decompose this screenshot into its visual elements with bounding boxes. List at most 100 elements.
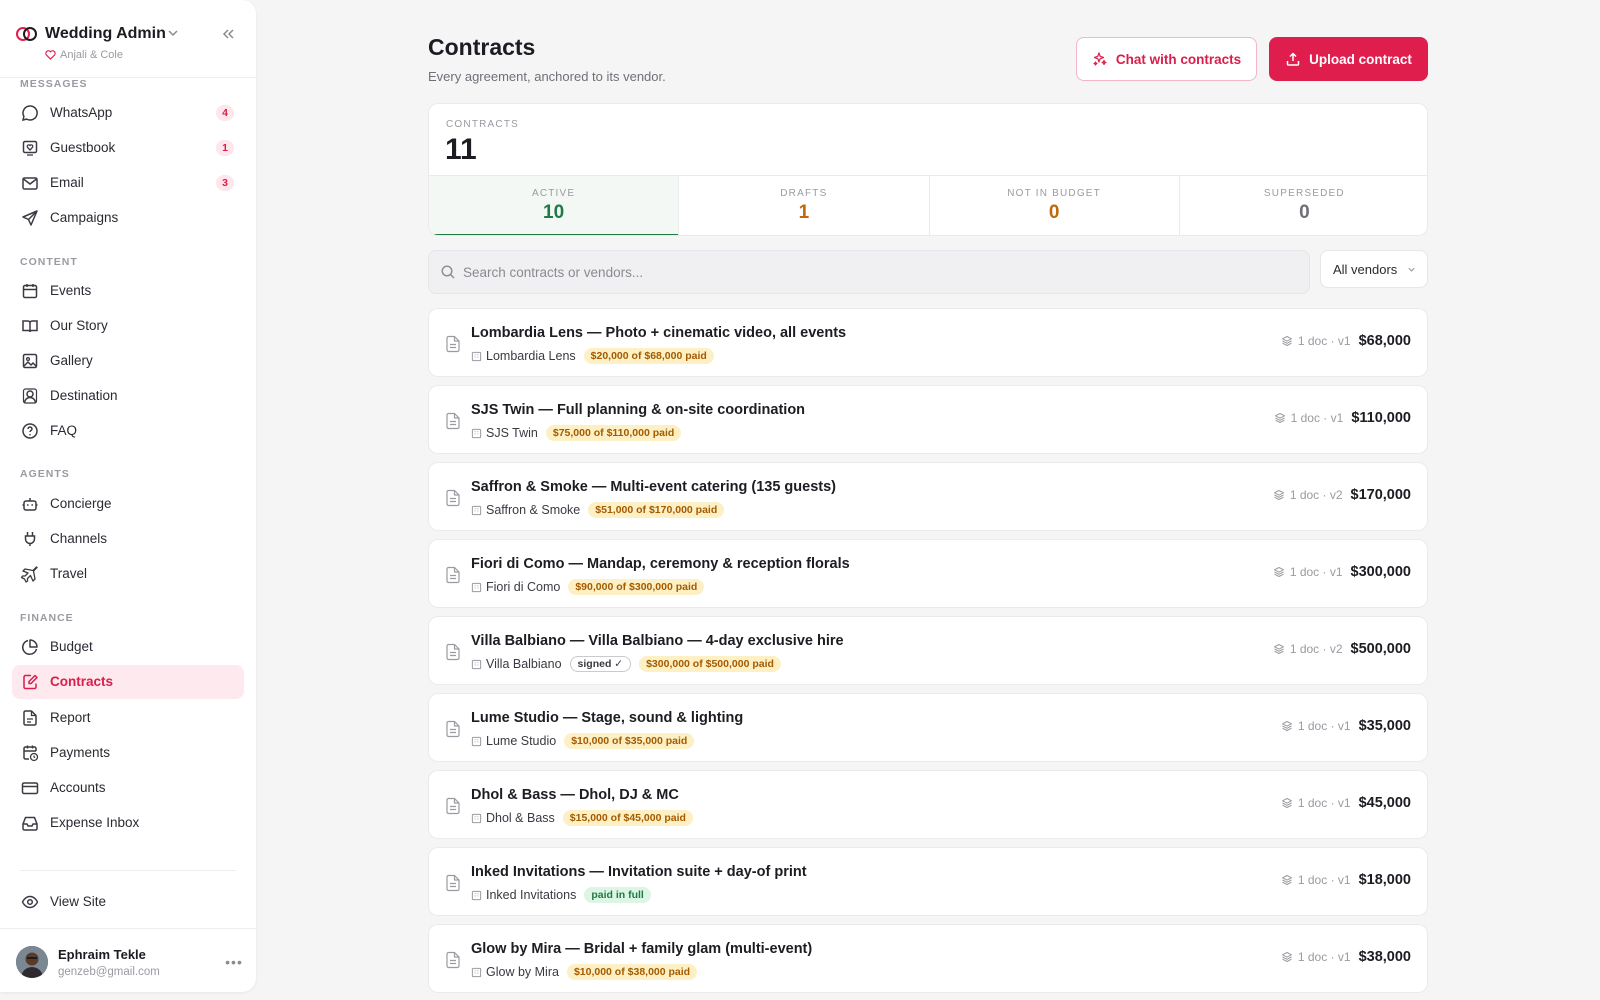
help-circle-icon <box>22 423 38 439</box>
sidebar-item-label: Budget <box>50 639 93 654</box>
eye-icon <box>21 895 39 909</box>
tab-superseded[interactable]: SUPERSEDED 0 <box>1180 176 1427 235</box>
contract-title[interactable]: Lombardia Lens — Photo + cinematic video… <box>471 325 846 341</box>
sidebar-item-label: Gallery <box>50 353 93 368</box>
contract-row[interactable]: Lume Studio — Stage, sound & lighting Lu… <box>428 693 1428 762</box>
nav-scroll[interactable]: MESSAGES WhatsApp 4 Guestbook 1 Email 3 … <box>0 78 256 858</box>
vendor-name[interactable]: Lume Studio <box>471 734 556 748</box>
vendor-name[interactable]: SJS Twin <box>471 426 538 440</box>
paid-status-badge: $20,000 of $68,000 paid <box>583 348 714 364</box>
tab-drafts[interactable]: DRAFTS 1 <box>679 176 930 235</box>
book-open-icon <box>22 320 38 333</box>
sidebar-item-contracts[interactable]: Contracts <box>12 665 244 699</box>
contract-row[interactable]: Villa Balbiano — Villa Balbiano — 4-day … <box>428 616 1428 685</box>
sidebar-item-view-site[interactable]: View Site <box>12 885 244 919</box>
sidebar-item-travel[interactable]: Travel <box>12 557 244 591</box>
vendor-filter-select[interactable]: All vendors <box>1320 250 1428 288</box>
upload-contract-button[interactable]: Upload contract <box>1269 37 1428 81</box>
contract-title[interactable]: Inked Invitations — Invitation suite + d… <box>471 864 807 880</box>
contract-summary: 1 doc · v1 $18,000 <box>1281 872 1411 888</box>
contract-row[interactable]: Fiori di Como — Mandap, ceremony & recep… <box>428 539 1428 608</box>
credit-card-icon <box>21 782 39 795</box>
building-icon <box>471 351 482 361</box>
contract-row[interactable]: Glow by Mira — Bridal + family glam (mul… <box>428 924 1428 993</box>
sidebar-item-label: Concierge <box>50 496 112 511</box>
contract-meta: Glow by Mira $10,000 of $38,000 paid <box>471 963 698 981</box>
vendor-name[interactable]: Dhol & Bass <box>471 811 555 825</box>
sidebar-item-label: Expense Inbox <box>50 815 140 830</box>
vendor-name[interactable]: Fiori di Como <box>471 580 560 594</box>
sidebar-item-expense-inbox[interactable]: Expense Inbox <box>12 806 244 840</box>
contract-title[interactable]: Fiori di Como — Mandap, ceremony & recep… <box>471 556 850 572</box>
doc-count: 1 doc · v1 <box>1281 334 1351 348</box>
contract-title[interactable]: Glow by Mira — Bridal + family glam (mul… <box>471 941 812 957</box>
heart-icon <box>45 50 56 60</box>
search-input[interactable] <box>463 251 1303 293</box>
workspace-header[interactable]: Wedding Admin Anjali & Cole <box>16 20 246 76</box>
contract-meta: Dhol & Bass $15,000 of $45,000 paid <box>471 809 693 827</box>
layers-icon <box>1281 798 1292 808</box>
vendor-name[interactable]: Lombardia Lens <box>471 349 576 363</box>
sidebar-item-label: Accounts <box>50 780 106 795</box>
sidebar-item-payments[interactable]: Payments <box>12 736 244 770</box>
sidebar-item-label: FAQ <box>50 423 78 438</box>
contract-row[interactable]: SJS Twin — Full planning & on-site coord… <box>428 385 1428 454</box>
sidebar-item-concierge[interactable]: Concierge <box>12 487 244 521</box>
contract-title[interactable]: Saffron & Smoke — Multi-event catering (… <box>471 479 836 495</box>
calendar-clock-icon <box>23 745 39 762</box>
contract-meta: Inked Invitations paid in full <box>471 886 651 904</box>
sidebar-item-budget[interactable]: Budget <box>12 630 244 664</box>
chevron-down-icon[interactable] <box>166 26 180 40</box>
collapse-sidebar-icon[interactable] <box>220 26 236 42</box>
sidebar-item-gallery[interactable]: Gallery <box>12 344 244 378</box>
sidebar-item-email[interactable]: Email 3 <box>12 166 244 200</box>
layers-icon <box>1281 336 1292 346</box>
doc-count: 1 doc · v1 <box>1281 796 1351 810</box>
chat-with-contracts-button[interactable]: Chat with contracts <box>1076 37 1257 81</box>
contract-row[interactable]: Saffron & Smoke — Multi-event catering (… <box>428 462 1428 531</box>
upload-icon <box>1286 52 1300 66</box>
contract-row[interactable]: Dhol & Bass — Dhol, DJ & MC Dhol & Bass … <box>428 770 1428 839</box>
sidebar-item-campaigns[interactable]: Campaigns <box>12 201 244 235</box>
file-signature-icon <box>23 674 38 690</box>
contract-title[interactable]: Lume Studio — Stage, sound & lighting <box>471 710 743 726</box>
doc-version-label: 1 doc · v1 <box>1297 334 1351 348</box>
sidebar-item-label: Channels <box>50 531 108 546</box>
sidebar-item-whatsapp[interactable]: WhatsApp 4 <box>12 96 244 130</box>
contract-row[interactable]: Lombardia Lens — Photo + cinematic video… <box>428 308 1428 377</box>
contract-title[interactable]: Villa Balbiano — Villa Balbiano — 4-day … <box>471 633 844 649</box>
sidebar-item-label: Events <box>50 283 92 298</box>
building-icon <box>471 505 482 515</box>
vendor-name[interactable]: Glow by Mira <box>471 965 559 979</box>
sidebar-item-guestbook[interactable]: Guestbook 1 <box>12 131 244 165</box>
doc-count: 1 doc · v1 <box>1273 565 1343 579</box>
page-subtitle: Every agreement, anchored to its vendor. <box>428 69 666 84</box>
sidebar-item-our-story[interactable]: Our Story <box>12 309 244 343</box>
search-box[interactable] <box>428 250 1310 294</box>
file-text-icon <box>23 710 37 726</box>
sidebar-item-report[interactable]: Report <box>12 701 244 735</box>
chat-bubble-icon <box>21 105 38 122</box>
contract-title[interactable]: SJS Twin — Full planning & on-site coord… <box>471 402 805 418</box>
tab-active[interactable]: ACTIVE 10 <box>429 176 680 235</box>
vendor-name[interactable]: Saffron & Smoke <box>471 503 580 517</box>
sidebar-item-events[interactable]: Events <box>12 274 244 308</box>
contract-title[interactable]: Dhol & Bass — Dhol, DJ & MC <box>471 787 679 803</box>
contract-row[interactable]: Inked Invitations — Invitation suite + d… <box>428 847 1428 916</box>
vendor-name[interactable]: Inked Invitations <box>471 888 576 902</box>
sidebar-item-faq[interactable]: FAQ <box>12 414 244 448</box>
contract-summary: 1 doc · v1 $300,000 <box>1273 564 1411 580</box>
more-options-icon[interactable]: ••• <box>222 954 246 970</box>
vendor-name[interactable]: Villa Balbiano <box>471 657 562 671</box>
tab-not-in-budget[interactable]: NOT IN BUDGET 0 <box>930 176 1180 235</box>
sidebar-item-label: Email <box>50 175 84 190</box>
user-profile[interactable]: Ephraim Tekle genzeb@gmail.com ••• <box>16 944 246 984</box>
sidebar-item-channels[interactable]: Channels <box>12 522 244 556</box>
sidebar-item-destination[interactable]: Destination <box>12 379 244 413</box>
mail-icon <box>22 177 38 190</box>
vendor-label: Fiori di Como <box>486 580 561 594</box>
sidebar-item-accounts[interactable]: Accounts <box>12 771 244 805</box>
tab-label: SUPERSEDED <box>1263 188 1345 199</box>
contract-meta: Fiori di Como $90,000 of $300,000 paid <box>471 578 705 596</box>
paid-status-badge: $90,000 of $300,000 paid <box>568 579 705 595</box>
